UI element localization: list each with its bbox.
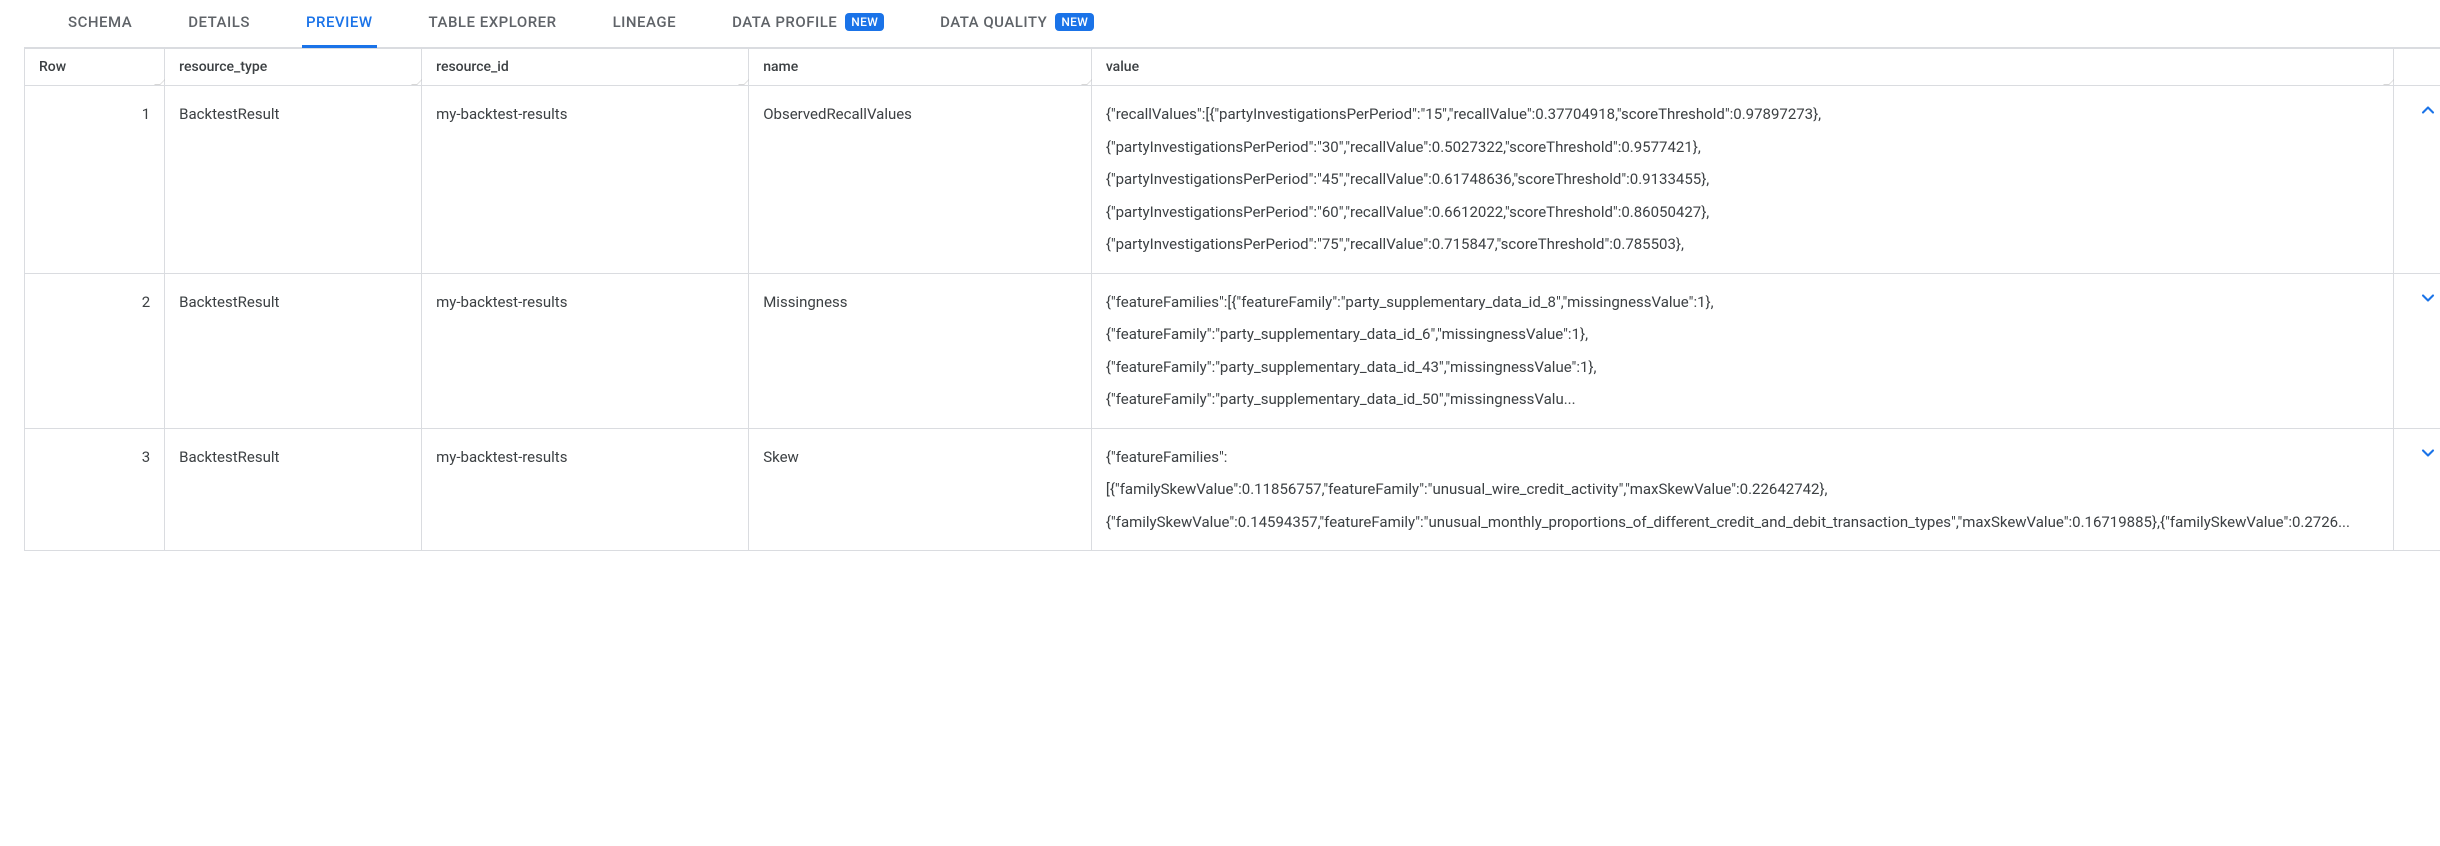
tab-label: DETAILS <box>188 13 250 31</box>
row-number: 3 <box>25 428 165 551</box>
tab-table-explorer[interactable]: TABLE EXPLORER <box>425 0 561 48</box>
column-header-name[interactable]: name <box>749 49 1092 86</box>
tab-bar: SCHEMA DETAILS PREVIEW TABLE EXPLORER LINEAG… <box>24 0 2440 48</box>
cell-name: Missingness <box>749 273 1092 428</box>
value-line: {"partyInvestigationsPerPeriod":"30","re… <box>1106 133 2379 162</box>
column-header-label: resource_id <box>436 59 509 75</box>
value-line: {"featureFamilies":[{"featureFamily":"pa… <box>1106 288 2379 317</box>
column-header-row[interactable]: Row <box>25 49 165 86</box>
cell-resource-type: BacktestResult <box>165 428 422 551</box>
expand-toggle[interactable] <box>2393 86 2440 274</box>
column-header-resource_type[interactable]: resource_type <box>165 49 422 86</box>
new-badge: NEW <box>845 13 884 31</box>
tab-data-profile[interactable]: DATA PROFILE NEW <box>728 0 888 48</box>
cell-resource-id: my-backtest-results <box>422 273 749 428</box>
column-header-label: name <box>763 59 798 75</box>
new-badge: NEW <box>1055 13 1094 31</box>
cell-value: {"featureFamilies": [{"familySkewValue":0… <box>1091 428 2393 551</box>
tab-label: TABLE EXPLORER <box>429 13 557 31</box>
value-line: {"featureFamily":"party_supplementary_da… <box>1106 320 2379 349</box>
value-line: {"partyInvestigationsPerPeriod":"75","re… <box>1106 230 2379 259</box>
cell-value: {"recallValues":[{"partyInvestigationsPe… <box>1091 86 2393 274</box>
value-line: {"recallValues":[{"partyInvestigationsPe… <box>1106 100 2379 129</box>
value-line: {"featureFamily":"party_supplementary_da… <box>1106 353 2379 382</box>
cell-value: {"featureFamilies":[{"featureFamily":"pa… <box>1091 273 2393 428</box>
tab-data-quality[interactable]: DATA QUALITY NEW <box>936 0 1098 48</box>
column-header-expand <box>2393 49 2440 86</box>
value-line: {"familySkewValue":0.14594357,"featureFa… <box>1106 508 2379 537</box>
cell-resource-id: my-backtest-results <box>422 86 749 274</box>
chevron-down-icon <box>2418 449 2438 467</box>
table-row: 3BacktestResultmy-backtest-resultsSkew{"… <box>25 428 2440 551</box>
cell-resource-type: BacktestResult <box>165 273 422 428</box>
cell-resource-id: my-backtest-results <box>422 428 749 551</box>
tab-label: LINEAGE <box>613 13 677 31</box>
table-row: 1BacktestResultmy-backtest-resultsObserv… <box>25 86 2440 274</box>
column-header-label: Row <box>39 59 66 75</box>
value-line: [{"familySkewValue":0.11856757,"featureF… <box>1106 475 2379 504</box>
tab-label: DATA PROFILE <box>732 13 837 31</box>
chevron-up-icon <box>2418 106 2438 124</box>
value-line: {"featureFamily":"party_supplementary_da… <box>1106 385 2379 414</box>
expand-toggle[interactable] <box>2393 428 2440 551</box>
table-row: 2BacktestResultmy-backtest-resultsMissin… <box>25 273 2440 428</box>
cell-name: ObservedRecallValues <box>749 86 1092 274</box>
chevron-down-icon <box>2418 294 2438 312</box>
expand-toggle[interactable] <box>2393 273 2440 428</box>
cell-name: Skew <box>749 428 1092 551</box>
tab-schema[interactable]: SCHEMA <box>64 0 136 48</box>
column-header-resource_id[interactable]: resource_id <box>422 49 749 86</box>
value-line: {"partyInvestigationsPerPeriod":"60","re… <box>1106 198 2379 227</box>
tab-label: PREVIEW <box>306 13 373 31</box>
tab-details[interactable]: DETAILS <box>184 0 254 48</box>
column-header-label: resource_type <box>179 59 267 75</box>
column-header-value[interactable]: value <box>1091 49 2393 86</box>
value-line: {"partyInvestigationsPerPeriod":"45","re… <box>1106 165 2379 194</box>
tab-lineage[interactable]: LINEAGE <box>609 0 681 48</box>
tab-label: SCHEMA <box>68 13 132 31</box>
row-number: 1 <box>25 86 165 274</box>
tab-preview[interactable]: PREVIEW <box>302 0 377 48</box>
value-line: {"featureFamilies": <box>1106 443 2379 472</box>
preview-table: Rowresource_typeresource_idnamevalue 1Ba… <box>24 48 2440 551</box>
tab-label: DATA QUALITY <box>940 13 1047 31</box>
row-number: 2 <box>25 273 165 428</box>
cell-resource-type: BacktestResult <box>165 86 422 274</box>
column-header-label: value <box>1106 59 1139 75</box>
